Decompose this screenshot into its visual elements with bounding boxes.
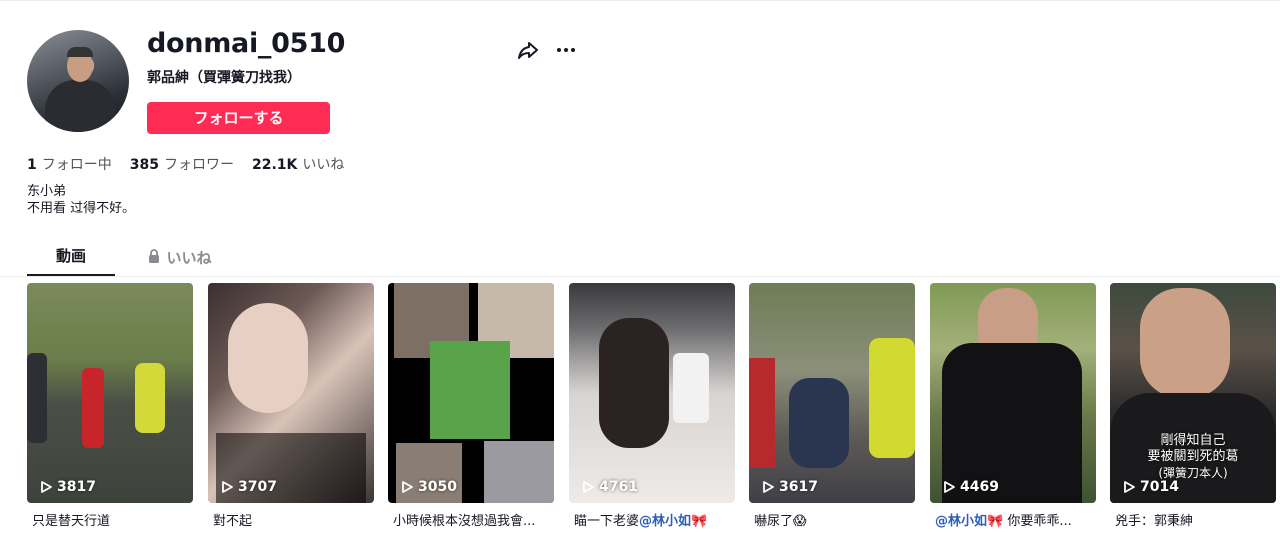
caption-mention[interactable]: @林小如 (639, 514, 691, 529)
top-divider (0, 0, 1280, 1)
play-icon (222, 481, 233, 493)
followers-stat[interactable]: 385 フォロワー (130, 154, 234, 174)
following-count: 1 (27, 157, 37, 173)
more-icon[interactable] (554, 38, 578, 62)
profile-tabs: 動画 いいね (27, 240, 225, 276)
followers-label: フォロワー (163, 157, 234, 173)
tab-videos[interactable]: 動画 (27, 240, 115, 276)
video-caption-2[interactable]: 對不起 (213, 510, 379, 529)
video-card-2[interactable]: 3707 (208, 283, 374, 503)
video-caption-3[interactable]: 小時候根本沒想過我會... (393, 510, 559, 529)
bio: 东小弟 不用看 过得不好。 (27, 183, 135, 217)
video-caption-4[interactable]: 瞄一下老婆@林小如🎀 (574, 510, 740, 529)
bio-line-2: 不用看 过得不好。 (27, 201, 136, 216)
play-icon (944, 481, 955, 493)
following-label: フォロー中 (41, 157, 112, 173)
play-icon (763, 481, 774, 493)
view-count: 3817 (39, 479, 96, 495)
video-caption-5[interactable]: 嚇尿了😱 (754, 510, 920, 529)
profile-stats: 1 フォロー中 385 フォロワー 22.1K いいね (27, 154, 344, 174)
avatar[interactable] (27, 30, 129, 132)
video-card-6[interactable]: 4469 (930, 283, 1096, 503)
video-caption-1[interactable]: 只是替天行道 (32, 510, 198, 529)
view-count: 7014 (1122, 479, 1179, 495)
tabs-divider (0, 276, 1280, 277)
play-icon (1124, 481, 1135, 493)
view-count: 4469 (942, 479, 999, 495)
play-icon (41, 481, 52, 493)
view-count: 3050 (400, 479, 457, 495)
video-card-7[interactable]: 剛得知自己 要被關到死的葛 (彈簧刀本人) 7014 (1110, 283, 1276, 503)
likes-stat: 22.1K いいね (252, 154, 344, 174)
tab-likes-label: いいね (166, 249, 212, 267)
tab-likes[interactable]: いいね (135, 240, 225, 276)
follow-button[interactable]: フォローする (147, 102, 330, 134)
following-stat[interactable]: 1 フォロー中 (27, 154, 112, 174)
view-count: 3617 (761, 479, 818, 495)
video-card-3[interactable]: 3050 (388, 283, 554, 503)
play-icon (583, 481, 594, 493)
video-caption-6[interactable]: @林小如🎀 你要乖乖... (935, 510, 1101, 529)
view-count: 3707 (220, 479, 277, 495)
share-icon[interactable] (516, 38, 540, 62)
video-card-5[interactable]: 3617 (749, 283, 915, 503)
play-icon (402, 481, 413, 493)
bio-line-1: 东小弟 (27, 184, 67, 199)
nickname: 郭品紳（買彈簧刀找我） (147, 70, 301, 86)
followers-count: 385 (129, 157, 159, 173)
username: donmai_0510 (147, 28, 346, 59)
video-card-1[interactable]: 3817 (27, 283, 193, 503)
video-caption-7[interactable]: 兇手：郭秉紳 (1115, 510, 1280, 529)
view-count: 4761 (581, 479, 638, 495)
video-card-4[interactable]: 4761 (569, 283, 735, 503)
likes-label: いいね (302, 157, 345, 173)
likes-count: 22.1K (251, 157, 298, 173)
video-overlay-text: 剛得知自己 要被關到死的葛 (彈簧刀本人) (1147, 433, 1239, 480)
caption-mention[interactable]: @林小如 (935, 514, 987, 529)
lock-icon (148, 242, 160, 274)
